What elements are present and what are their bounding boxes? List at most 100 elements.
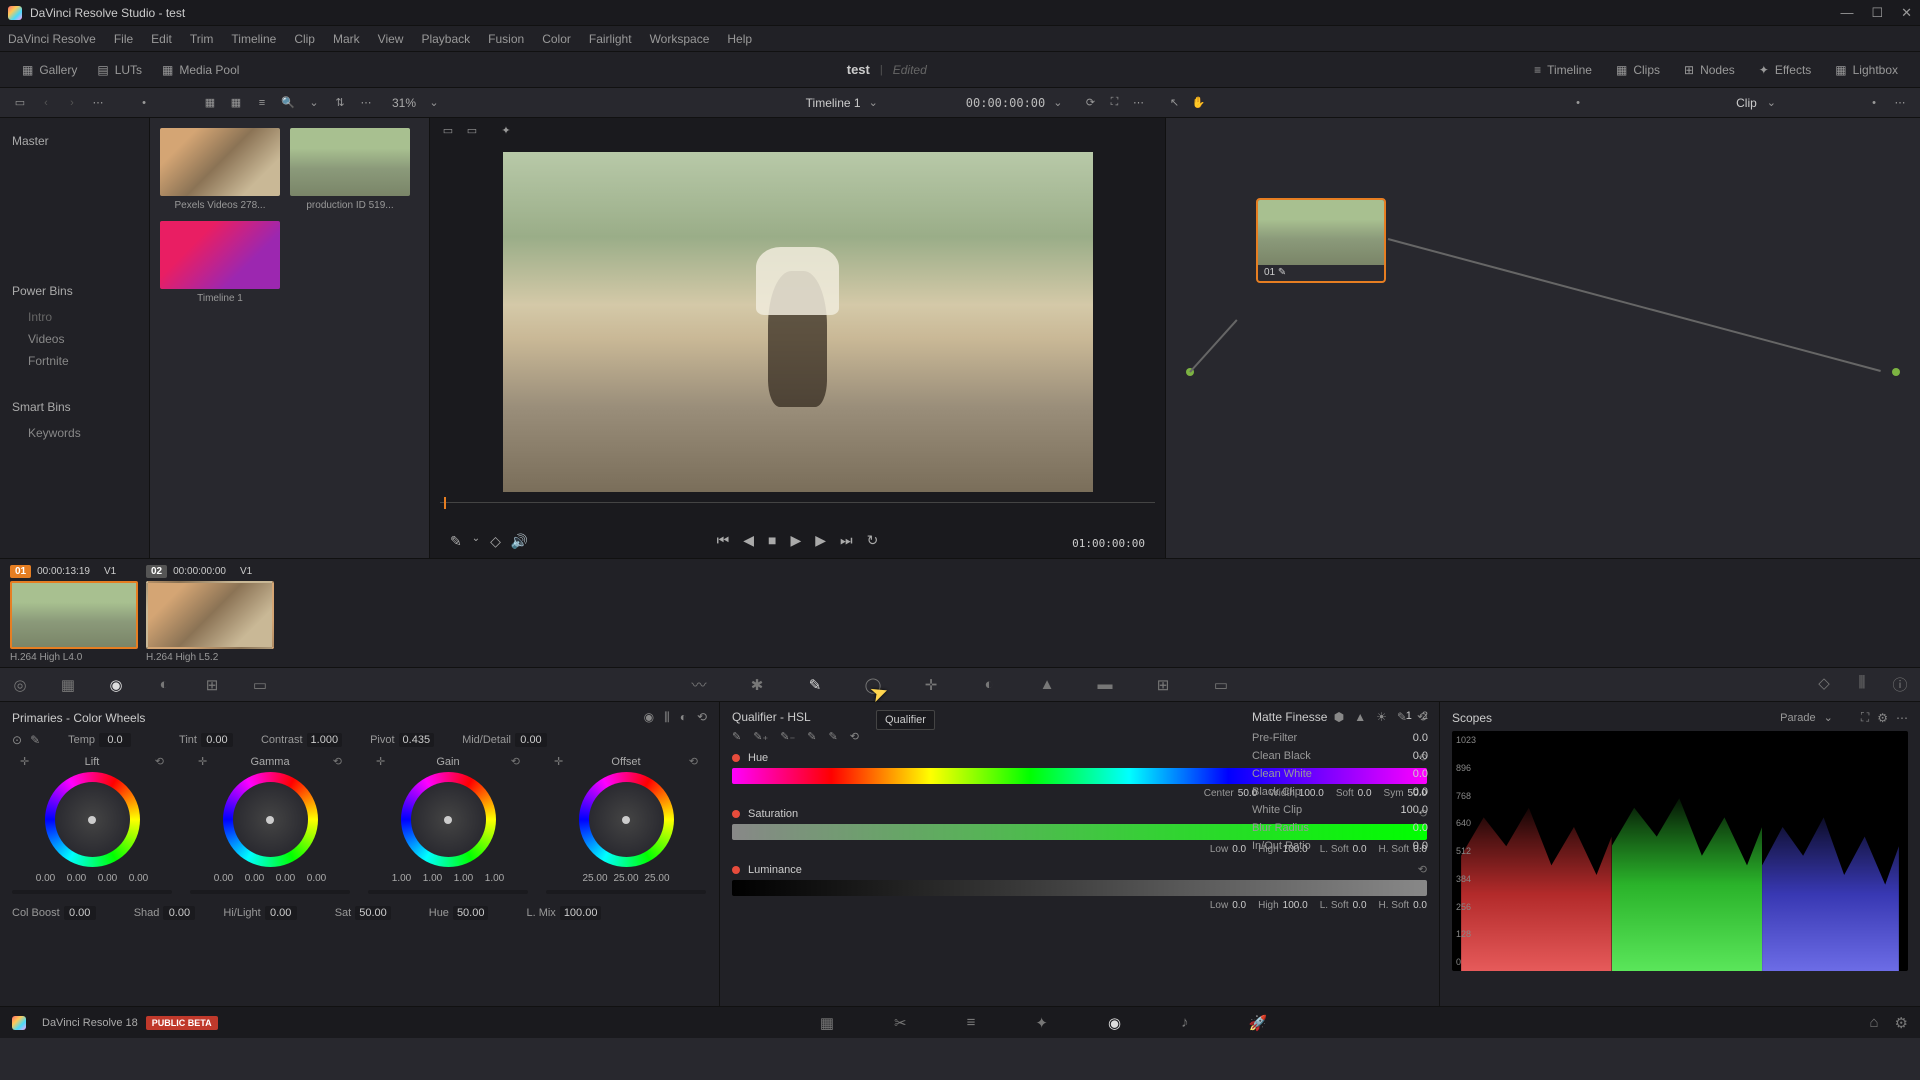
close-button[interactable]: ✕ xyxy=(1901,5,1912,21)
reset-all-icon[interactable]: ⟲ xyxy=(697,710,707,725)
prev-frame-button[interactable]: ◀ xyxy=(743,532,754,549)
thumb-view-icon[interactable]: ▦ xyxy=(228,95,244,111)
play-button[interactable]: ▶ xyxy=(790,532,801,549)
keyframe-icon[interactable]: ◇ xyxy=(1814,674,1834,695)
picker-add-tool[interactable]: ✎₊ xyxy=(753,730,768,743)
sizing-icon[interactable]: ⊞ xyxy=(1153,676,1173,694)
matte-tab-1[interactable]: 1 xyxy=(1406,710,1412,724)
dot-icon[interactable]: • xyxy=(136,95,152,111)
menu-trim[interactable]: Trim xyxy=(190,32,214,46)
loop-button[interactable]: ↻ xyxy=(867,532,879,549)
stop-button[interactable]: ■ xyxy=(768,532,776,548)
wheel-master-slider[interactable] xyxy=(12,890,172,894)
gallery-button[interactable]: ▦Gallery xyxy=(12,59,87,81)
lightbox-button[interactable]: ▦Lightbox xyxy=(1825,59,1908,81)
bin-fortnite[interactable]: Fortnite xyxy=(0,350,149,372)
matte-tab-2[interactable]: 2 xyxy=(1422,710,1428,724)
node-dot-icon[interactable]: • xyxy=(1570,95,1586,111)
wheel-picker-icon[interactable]: ✛ xyxy=(554,755,563,768)
wheel-master-slider[interactable] xyxy=(190,890,350,894)
viewer-scrubber[interactable] xyxy=(440,502,1155,522)
blur-icon[interactable]: ▲ xyxy=(1037,676,1057,693)
color-wheel[interactable] xyxy=(45,772,140,867)
warper-icon[interactable]: ✱ xyxy=(747,676,767,694)
pick-white-icon[interactable]: ✎ xyxy=(30,733,40,747)
grid-view-icon[interactable]: ▦ xyxy=(202,95,218,111)
auto-balance-icon[interactable]: ⊙ xyxy=(12,733,22,747)
log-mode-icon[interactable]: ◐ xyxy=(680,710,687,725)
bin-intro[interactable]: Intro xyxy=(0,306,149,328)
info-icon[interactable]: ⓘ xyxy=(1890,674,1910,695)
media-item[interactable]: Timeline 1 xyxy=(160,221,280,304)
menu-help[interactable]: Help xyxy=(727,32,752,46)
matte-param[interactable]: White Clip100.0 xyxy=(1252,804,1428,816)
wheel-values[interactable]: 0.000.000.000.00 xyxy=(32,873,153,884)
sort-icon[interactable]: ⇅ xyxy=(332,95,348,111)
magic-mask-icon[interactable]: ◐ xyxy=(979,676,999,693)
key-icon[interactable]: ▬ xyxy=(1095,676,1115,693)
picker-tool[interactable]: ✎ xyxy=(732,730,741,743)
viewer-more-icon[interactable]: ⋯ xyxy=(1130,95,1146,111)
color-wheel[interactable] xyxy=(579,772,674,867)
audio-icon[interactable]: 🔊 xyxy=(511,533,528,550)
node-output[interactable] xyxy=(1892,368,1900,376)
node-dot2-icon[interactable]: • xyxy=(1866,95,1882,111)
wheel-master-slider[interactable] xyxy=(368,890,528,894)
expand-icon[interactable]: ⛶ xyxy=(1106,95,1122,111)
shad-value[interactable]: 0.00 xyxy=(163,906,195,920)
color-checker-icon[interactable]: ▦ xyxy=(58,676,78,694)
scope-settings-icon[interactable]: ⚙ xyxy=(1877,711,1888,725)
temp-value[interactable]: 0.0 xyxy=(99,733,131,747)
clips-button[interactable]: ▦Clips xyxy=(1606,59,1670,81)
menu-workspace[interactable]: Workspace xyxy=(650,32,710,46)
zoom-level[interactable]: 31% xyxy=(392,96,416,110)
menu-davinci[interactable]: DaVinci Resolve xyxy=(8,32,96,46)
minimize-button[interactable]: — xyxy=(1840,5,1853,21)
nodes-button[interactable]: ⊞Nodes xyxy=(1674,59,1745,81)
edit-page-icon[interactable]: ≡ xyxy=(967,1014,976,1032)
clip-thumbnail[interactable]: 01 00:00:13:19 V1 H.264 High L4.0 xyxy=(10,565,138,663)
middetail-value[interactable]: 0.00 xyxy=(515,733,547,747)
param-value[interactable]: 0.0 xyxy=(1413,900,1427,911)
node[interactable]: 01 ✎ xyxy=(1256,198,1386,283)
scope-mode[interactable]: Parade xyxy=(1780,712,1815,724)
3d-icon[interactable]: ▭ xyxy=(1211,676,1231,694)
cut-page-icon[interactable]: ✂ xyxy=(894,1014,907,1032)
scope-expand-icon[interactable]: ⛶ xyxy=(1861,710,1869,725)
fairlight-page-icon[interactable]: ♪ xyxy=(1181,1014,1189,1032)
menu-edit[interactable]: Edit xyxy=(151,32,172,46)
param-value[interactable]: 0.0 xyxy=(1353,900,1367,911)
hue-toggle[interactable] xyxy=(732,754,740,762)
viewer-window-icon[interactable]: ◇ xyxy=(490,533,501,550)
param-value[interactable]: 0.0 xyxy=(1232,900,1246,911)
wheels-mode-icon[interactable]: ◉ xyxy=(644,710,654,725)
wheel-reset[interactable]: ⟲ xyxy=(155,755,164,768)
hand-icon[interactable]: ✋ xyxy=(1190,95,1206,111)
more-options-icon[interactable]: ⋯ xyxy=(358,95,374,111)
viewer-timecode[interactable]: 00:00:00:00 xyxy=(966,96,1045,110)
node-graph[interactable]: 01 ✎ xyxy=(1165,118,1920,558)
lum-gradient[interactable] xyxy=(732,880,1427,896)
picker-icon[interactable]: ✎ xyxy=(450,533,462,550)
sidebar-master[interactable]: Master xyxy=(0,126,149,156)
menu-fusion[interactable]: Fusion xyxy=(488,32,524,46)
picker-sub-tool[interactable]: ✎₋ xyxy=(780,730,795,743)
menu-color[interactable]: Color xyxy=(542,32,571,46)
matte-param[interactable]: Clean Black0.0 xyxy=(1252,750,1428,762)
colboost-value[interactable]: 0.00 xyxy=(64,906,96,920)
menu-timeline[interactable]: Timeline xyxy=(231,32,276,46)
more-icon[interactable]: ⋯ xyxy=(90,95,106,111)
color-page-icon[interactable]: ◉ xyxy=(1108,1014,1121,1032)
wheel-picker-icon[interactable]: ✛ xyxy=(20,755,29,768)
curves-icon[interactable]: 〰 xyxy=(689,674,709,695)
wheel-reset[interactable]: ⟲ xyxy=(511,755,520,768)
param-value[interactable]: 100.0 xyxy=(1283,900,1308,911)
menu-playback[interactable]: Playback xyxy=(421,32,470,46)
wheel-values[interactable]: 0.000.000.000.00 xyxy=(210,873,331,884)
mediapool-button[interactable]: ▦Media Pool xyxy=(152,59,249,81)
nav-next-icon[interactable]: › xyxy=(64,95,80,111)
primaries-icon[interactable]: ◉ xyxy=(106,676,126,694)
sat-value[interactable]: 50.00 xyxy=(355,906,391,920)
bypass-icon[interactable]: ⟳ xyxy=(1082,95,1098,111)
last-frame-button[interactable]: ⏭ xyxy=(840,532,853,549)
